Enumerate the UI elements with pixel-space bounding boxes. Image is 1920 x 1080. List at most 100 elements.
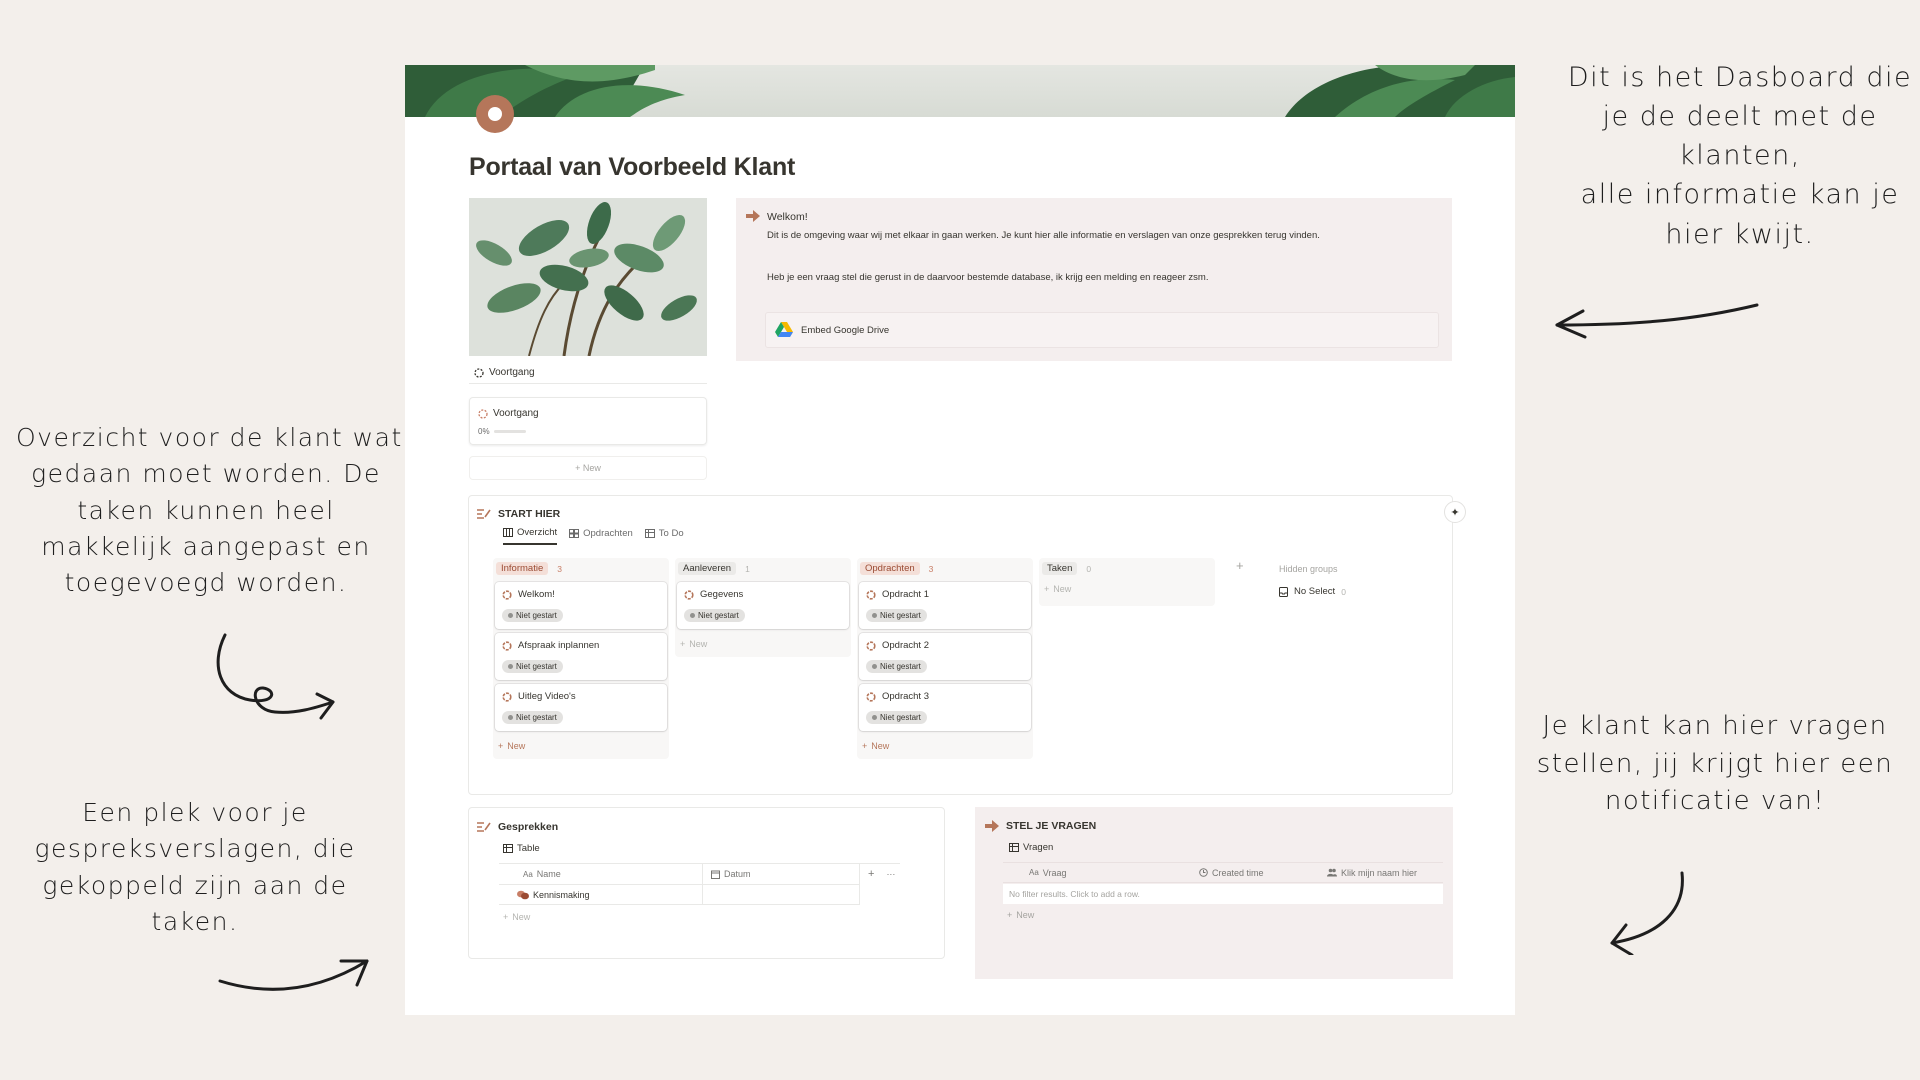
loading-icon bbox=[502, 691, 512, 702]
task-card[interactable]: Gegevens Niet gestart bbox=[677, 582, 849, 629]
arrow-right-icon bbox=[746, 210, 760, 222]
annotation-line: klanten, bbox=[1679, 140, 1801, 172]
task-card[interactable]: Afspraak inplannen Niet gestart bbox=[495, 633, 667, 680]
loading-icon bbox=[474, 367, 484, 378]
card-title: Opdracht 2 bbox=[882, 640, 929, 651]
google-drive-icon bbox=[775, 322, 793, 337]
checklist-icon bbox=[477, 509, 491, 519]
gallery-view-icon bbox=[569, 529, 580, 538]
annotation-line: Dit is het Dasboard die bbox=[1567, 62, 1913, 93]
progress-new-button[interactable]: + New bbox=[469, 456, 707, 480]
status-badge[interactable]: Niet gestart bbox=[502, 660, 563, 673]
curly-arrow-icon bbox=[216, 633, 335, 720]
status-label: Niet gestart bbox=[516, 611, 557, 620]
ai-sparkle-icon[interactable]: ✦ bbox=[1444, 501, 1466, 523]
row-name-cell[interactable]: Kennismaking bbox=[499, 885, 703, 904]
loading-icon bbox=[866, 691, 876, 702]
text-type-icon: Aa bbox=[1029, 868, 1039, 877]
tab-label: Opdrachten bbox=[583, 528, 633, 539]
tab-label: Overzicht bbox=[517, 527, 558, 538]
column-header[interactable]: Informatie 3 bbox=[496, 562, 562, 575]
vragen-table-header: Aa Vraag Created time Klik mijn naam hier bbox=[1003, 862, 1443, 883]
column-name-header[interactable]: Aa Name bbox=[499, 864, 703, 884]
add-group-icon[interactable]: + bbox=[1236, 558, 1244, 573]
task-card[interactable]: Opdracht 1 Niet gestart bbox=[859, 582, 1031, 629]
annotation-line: gedaan moet worden. De bbox=[31, 459, 381, 489]
task-card[interactable]: Opdracht 3 Niet gestart bbox=[859, 684, 1031, 731]
view-table-tab[interactable]: Table bbox=[503, 843, 540, 854]
board-view-icon bbox=[503, 528, 513, 537]
annotation-line: Een plek voor je bbox=[82, 798, 308, 827]
column-new-button[interactable]: + New bbox=[1044, 584, 1071, 594]
task-card[interactable]: Welkom! Niet gestart bbox=[495, 582, 667, 629]
progress-bar bbox=[493, 430, 526, 433]
board-title: START HIER bbox=[498, 508, 561, 520]
new-label: New bbox=[1016, 910, 1035, 920]
embed-google-drive[interactable]: Embed Google Drive bbox=[765, 312, 1439, 348]
add-column-icon[interactable]: + ··· bbox=[860, 864, 900, 884]
start-hier-board: START HIER Overzicht Opdrachten To Do ✦ … bbox=[468, 495, 1466, 795]
page-icon[interactable] bbox=[476, 95, 514, 133]
vragen-new-button[interactable]: + New bbox=[1007, 910, 1034, 920]
column-header[interactable]: Aanleveren 1 bbox=[678, 562, 750, 575]
task-card[interactable]: Uitleg Video's Niet gestart bbox=[495, 684, 667, 731]
column-created-header[interactable]: Created time bbox=[1189, 863, 1321, 882]
progress-card[interactable]: Voortgang 0% bbox=[469, 397, 707, 445]
new-label: New bbox=[1053, 584, 1072, 594]
progress-percent: 0% bbox=[478, 427, 490, 436]
column-count: 0 bbox=[1086, 563, 1092, 574]
column-count: 3 bbox=[557, 563, 562, 574]
no-select-group[interactable]: No Select 0 bbox=[1279, 586, 1346, 597]
text-type-icon: Aa bbox=[523, 869, 533, 879]
column-header[interactable]: Opdrachten 3 bbox=[860, 562, 933, 575]
status-label: Niet gestart bbox=[698, 611, 739, 620]
column-new-button[interactable]: + New bbox=[498, 741, 525, 751]
checklist-icon bbox=[477, 822, 491, 832]
column-datum-header[interactable]: Datum bbox=[703, 864, 860, 884]
new-label: New bbox=[507, 741, 526, 751]
status-dot bbox=[508, 715, 513, 720]
new-label: New bbox=[512, 912, 531, 922]
row-datum-cell[interactable] bbox=[703, 885, 860, 904]
column-person-header[interactable]: Klik mijn naam hier bbox=[1321, 863, 1443, 882]
notion-page: Portaal van Voorbeeld Klant Voortgang Vo… bbox=[405, 65, 1515, 1015]
status-badge[interactable]: Niet gestart bbox=[866, 711, 927, 724]
column-label: Name bbox=[536, 869, 561, 879]
progress-gallery-header[interactable]: Voortgang bbox=[469, 362, 707, 384]
annotation-conversations: Een plek voor je gespreksverslagen, die … bbox=[20, 795, 370, 940]
empty-results-row[interactable]: No filter results. Click to add a row. bbox=[1003, 884, 1443, 904]
tab-opdrachten[interactable]: Opdrachten bbox=[569, 527, 633, 545]
table-row[interactable]: Kennismaking bbox=[499, 884, 860, 905]
tab-overzicht[interactable]: Overzicht bbox=[503, 527, 558, 545]
column-new-button[interactable]: + New bbox=[680, 639, 707, 649]
table-view-icon bbox=[1009, 843, 1019, 852]
arrow-right-icon bbox=[218, 959, 369, 991]
column-name: Aanleveren bbox=[678, 562, 737, 575]
row-name: Kennismaking bbox=[533, 889, 590, 900]
gesprekken-new-button[interactable]: + New bbox=[503, 912, 530, 922]
tab-todo[interactable]: To Do bbox=[644, 527, 684, 545]
gesprekken-database: Gesprekken Table Aa Name Datum + ··· Kenn… bbox=[468, 807, 945, 959]
column-header[interactable]: Taken 0 bbox=[1042, 562, 1091, 575]
column-vraag-header[interactable]: Aa Vraag bbox=[1003, 863, 1189, 882]
status-dot bbox=[872, 715, 877, 720]
annotation-line: notificatie van! bbox=[1604, 786, 1826, 817]
card-title: Afspraak inplannen bbox=[518, 640, 600, 651]
embed-label: Embed Google Drive bbox=[801, 324, 890, 336]
card-title: Uitleg Video's bbox=[518, 691, 576, 702]
annotation-line: hier kwijt. bbox=[1665, 218, 1815, 250]
column-new-button[interactable]: + New bbox=[862, 741, 889, 751]
status-badge[interactable]: Niet gestart bbox=[684, 609, 745, 622]
status-badge[interactable]: Niet gestart bbox=[502, 609, 563, 622]
status-badge[interactable]: Niet gestart bbox=[866, 609, 927, 622]
loading-icon bbox=[866, 589, 876, 600]
cover-image[interactable] bbox=[405, 65, 1515, 117]
view-vragen-tab[interactable]: Vragen bbox=[1009, 842, 1053, 853]
progress-card-title: Voortgang bbox=[493, 408, 539, 419]
status-badge[interactable]: Niet gestart bbox=[866, 660, 927, 673]
people-icon bbox=[1327, 868, 1337, 877]
task-card[interactable]: Opdracht 2 Niet gestart bbox=[859, 633, 1031, 680]
status-label: Niet gestart bbox=[880, 611, 921, 620]
status-badge[interactable]: Niet gestart bbox=[502, 711, 563, 724]
annotation-line: gekoppeld zijn aan de bbox=[42, 870, 348, 900]
